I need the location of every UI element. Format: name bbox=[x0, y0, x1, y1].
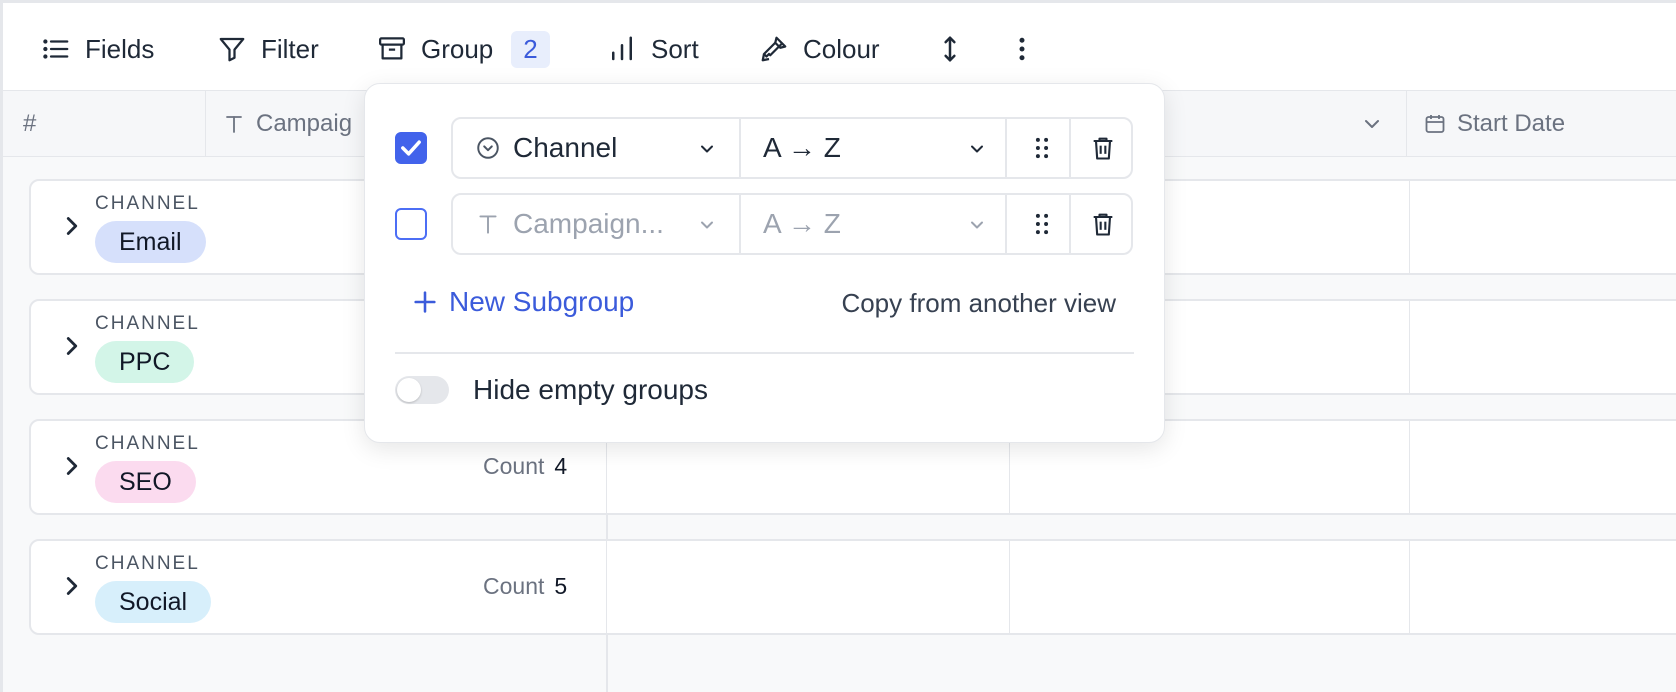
cell-divider bbox=[1409, 421, 1410, 513]
cell-divider bbox=[1409, 301, 1410, 393]
group-order-select[interactable]: A → Z bbox=[763, 119, 1005, 177]
group-label: Group bbox=[421, 33, 494, 64]
copy-from-view-button[interactable]: Copy from another view bbox=[841, 288, 1116, 319]
group-count-badge: 2 bbox=[511, 30, 550, 68]
drag-handle-icon[interactable] bbox=[1028, 134, 1056, 162]
cell-divider bbox=[606, 541, 607, 633]
count-label: Count bbox=[483, 453, 545, 479]
group-row-social[interactable]: CHANNEL Social Count 5 bbox=[29, 539, 1676, 635]
group-rule-fields: Channel A → Z bbox=[451, 117, 1133, 179]
group-field-label: CHANNEL bbox=[95, 433, 200, 454]
group-value-pill: Social bbox=[95, 581, 212, 623]
group-field-label: CHANNEL bbox=[95, 193, 200, 214]
text-type-icon bbox=[479, 215, 497, 234]
chevron-down-icon bbox=[701, 221, 713, 229]
trash-icon[interactable] bbox=[1089, 210, 1117, 238]
chevron-right-icon[interactable] bbox=[57, 211, 87, 241]
group-order-select[interactable]: A → Z bbox=[763, 195, 1005, 253]
single-select-icon bbox=[477, 137, 499, 159]
group-count: Count 5 bbox=[483, 573, 567, 600]
chevron-down-icon bbox=[971, 221, 983, 229]
divider bbox=[739, 119, 741, 177]
text-type-icon bbox=[226, 116, 242, 133]
fields-label: Fields bbox=[85, 33, 155, 64]
count-value: 5 bbox=[554, 573, 568, 599]
toolbar: Fields Filter Group 2 Sort Colour bbox=[3, 3, 1676, 91]
count-label: Count bbox=[483, 573, 545, 599]
group-field-value: Channel bbox=[513, 132, 618, 163]
group-field-select[interactable]: Channel bbox=[475, 119, 735, 177]
start-date-column-header[interactable]: Start Date bbox=[1407, 91, 1676, 157]
new-subgroup-button[interactable]: New Subgroup bbox=[411, 286, 634, 318]
filter-label: Filter bbox=[261, 33, 319, 64]
more-options-button[interactable] bbox=[1007, 29, 1037, 69]
chevron-right-icon[interactable] bbox=[57, 571, 87, 601]
vertical-arrows-icon bbox=[944, 36, 956, 62]
index-column-header[interactable]: # bbox=[3, 91, 206, 157]
divider bbox=[1005, 195, 1007, 253]
group-rule-row: Channel A → Z bbox=[395, 117, 1135, 179]
filter-icon bbox=[219, 37, 245, 62]
divider bbox=[739, 195, 741, 253]
drag-handle-icon[interactable] bbox=[1028, 210, 1056, 238]
cell-divider bbox=[1009, 541, 1010, 633]
group-field-value: Campaign... bbox=[513, 208, 664, 239]
group-value-pill: PPC bbox=[95, 341, 195, 383]
paint-brush-icon bbox=[761, 36, 787, 62]
plus-icon bbox=[414, 291, 436, 313]
colour-label: Colour bbox=[803, 33, 880, 64]
group-rule-checkbox[interactable] bbox=[395, 132, 427, 164]
group-button[interactable]: Group 2 bbox=[377, 29, 550, 69]
chevron-right-icon[interactable] bbox=[57, 451, 87, 481]
group-settings-popover: Channel A → Z Campaign... A → Z New Subg… bbox=[364, 83, 1165, 443]
group-field-label: CHANNEL bbox=[95, 553, 200, 574]
start-date-header-label: Start Date bbox=[1457, 110, 1566, 137]
chevron-right-icon[interactable] bbox=[57, 331, 87, 361]
divider bbox=[395, 352, 1134, 354]
divider bbox=[1069, 119, 1071, 177]
row-height-button[interactable] bbox=[935, 29, 965, 69]
count-value: 4 bbox=[554, 453, 568, 479]
group-order-value: A → Z bbox=[763, 208, 841, 239]
hide-empty-groups-label: Hide empty groups bbox=[473, 374, 709, 405]
sort-label: Sort bbox=[651, 33, 699, 64]
group-field-select[interactable]: Campaign... bbox=[475, 195, 735, 253]
group-rule-checkbox[interactable] bbox=[395, 208, 427, 240]
group-rule-row: Campaign... A → Z bbox=[395, 193, 1135, 255]
list-icon bbox=[43, 39, 69, 59]
cell-divider bbox=[1409, 181, 1410, 273]
hide-empty-groups-toggle[interactable] bbox=[395, 376, 449, 404]
divider bbox=[1005, 119, 1007, 177]
check-icon bbox=[401, 140, 421, 156]
more-vertical-icon bbox=[1019, 37, 1025, 61]
filter-button[interactable]: Filter bbox=[217, 29, 319, 69]
colour-button[interactable]: Colour bbox=[759, 29, 880, 69]
chevron-down-icon bbox=[701, 145, 713, 153]
sort-button[interactable]: Sort bbox=[607, 29, 699, 69]
chevron-down-icon bbox=[1365, 120, 1379, 128]
group-rule-fields: Campaign... A → Z bbox=[451, 193, 1133, 255]
chevron-down-icon bbox=[971, 145, 983, 153]
group-order-value: A → Z bbox=[763, 132, 841, 163]
new-subgroup-label: New Subgroup bbox=[449, 286, 635, 317]
divider bbox=[1069, 195, 1071, 253]
calendar-icon bbox=[1425, 115, 1445, 133]
archive-icon bbox=[379, 37, 405, 60]
group-value-pill: SEO bbox=[95, 461, 196, 503]
campaign-header-label: Campaig bbox=[256, 110, 353, 137]
bar-chart-icon bbox=[612, 36, 632, 61]
index-header-label: # bbox=[23, 110, 37, 137]
group-value-pill: Email bbox=[95, 221, 206, 263]
trash-icon[interactable] bbox=[1089, 134, 1117, 162]
fields-button[interactable]: Fields bbox=[41, 29, 154, 69]
group-count: Count 4 bbox=[483, 453, 567, 480]
cell-divider bbox=[1409, 541, 1410, 633]
group-field-label: CHANNEL bbox=[95, 313, 200, 334]
